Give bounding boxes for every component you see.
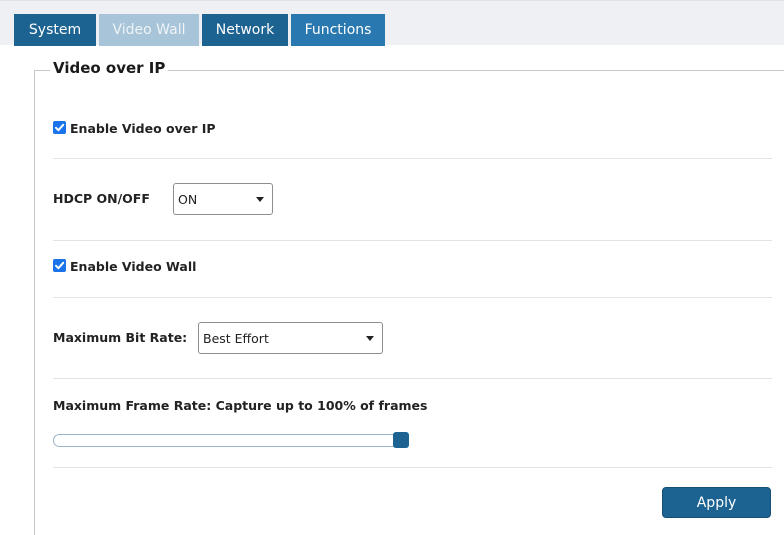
frame-rate-slider-track[interactable] <box>53 434 403 447</box>
enable-video-wall-checkbox[interactable] <box>53 259 66 272</box>
checkmark-icon <box>55 261 65 270</box>
fieldset-frame <box>34 70 784 535</box>
frame-rate-slider-handle[interactable] <box>393 432 409 448</box>
section-legend: Video over IP <box>50 59 169 77</box>
hdcp-select[interactable]: ON <box>173 183 273 215</box>
divider <box>53 297 772 298</box>
max-bit-rate-select[interactable]: Best Effort <box>198 322 383 354</box>
enable-video-wall-label: Enable Video Wall <box>70 259 197 274</box>
hdcp-label: HDCP ON/OFF <box>53 191 150 206</box>
divider <box>53 378 772 379</box>
checkmark-icon <box>55 123 65 132</box>
divider <box>53 158 772 159</box>
tab-system[interactable]: System <box>14 14 96 46</box>
divider <box>53 240 772 241</box>
max-frame-rate-label: Maximum Frame Rate: Capture up to 100% o… <box>53 398 428 413</box>
tab-video-wall[interactable]: Video Wall <box>99 14 199 46</box>
enable-video-over-ip-label: Enable Video over IP <box>70 121 216 136</box>
tab-functions[interactable]: Functions <box>291 14 385 46</box>
chevron-down-icon <box>366 336 374 341</box>
video-over-ip-settings-page: System Video Wall Network Functions Vide… <box>0 0 784 535</box>
enable-video-over-ip-checkbox[interactable] <box>53 121 66 134</box>
apply-button[interactable]: Apply <box>662 487 771 518</box>
tab-network[interactable]: Network <box>202 14 288 46</box>
divider <box>53 467 772 468</box>
max-bit-rate-select-value: Best Effort <box>203 330 269 346</box>
hdcp-select-value: ON <box>178 191 198 207</box>
chevron-down-icon <box>256 197 264 202</box>
tab-bar: System Video Wall Network Functions <box>0 0 784 46</box>
max-bit-rate-label: Maximum Bit Rate: <box>53 330 188 345</box>
